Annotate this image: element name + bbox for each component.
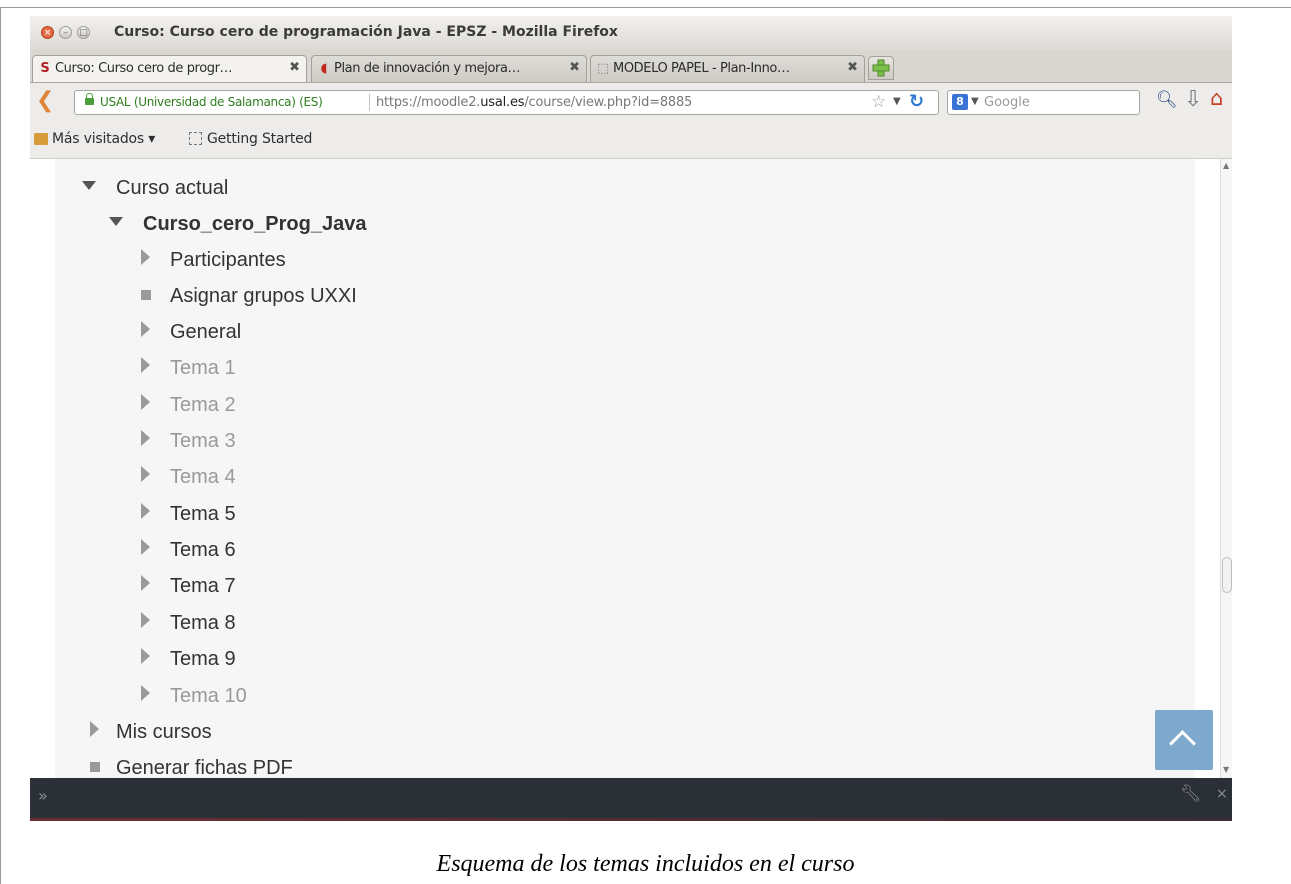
url-suffix: /course/view.php?id=8885	[524, 95, 693, 110]
plus-icon	[872, 59, 890, 77]
tab-close-icon[interactable]: ✖	[847, 60, 858, 75]
folder-icon	[34, 133, 48, 145]
triangle-right-icon[interactable]	[141, 394, 150, 410]
usal-logo-icon: S	[40, 61, 50, 76]
triangle-right-icon[interactable]	[141, 357, 150, 373]
scrollbar-thumb[interactable]	[1222, 557, 1232, 593]
tree-item-general[interactable]: General	[170, 321, 241, 344]
triangle-right-icon[interactable]	[141, 575, 150, 591]
blank-page-icon: ⬚	[596, 61, 610, 76]
tree-item-tema-6[interactable]: Tema 6	[170, 539, 236, 562]
developer-toolbar: » 🔧︎ ×	[30, 778, 1232, 818]
navigation-toolbar: ❮ USAL (Universidad de Salamanca) (ES) h…	[30, 83, 1232, 120]
url-text[interactable]: https://moodle2.usal.es/course/view.php?…	[376, 95, 692, 110]
tree-item-tema-10[interactable]: Tema 10	[170, 685, 247, 708]
back-arrow-icon[interactable]: ❮	[36, 90, 54, 112]
triangle-right-icon[interactable]	[141, 430, 150, 446]
search-magnifier-icon[interactable]: 🔍︎	[1156, 90, 1178, 110]
square-icon	[90, 762, 100, 772]
tab-label: Curso: Curso cero de progr…	[55, 61, 233, 76]
lock-icon	[85, 93, 94, 105]
vertical-scrollbar[interactable]: ▲ ▼	[1220, 159, 1232, 779]
developer-toolbar-border	[30, 818, 1232, 821]
window-maximize-icon[interactable]: □	[77, 26, 90, 39]
bookmarks-toolbar: Más visitados ▾ Getting Started	[30, 120, 1232, 159]
bookmark-mas-visitados[interactable]: Más visitados ▾	[52, 131, 155, 147]
tree-item-tema-5[interactable]: Tema 5	[170, 503, 236, 526]
tab-plan-innovacion[interactable]: ◖ Plan de innovación y mejora… ✖	[311, 55, 587, 82]
download-arrow-icon[interactable]: ⇩	[1184, 87, 1202, 112]
bookmark-star-icon[interactable]: ☆	[871, 92, 886, 112]
tab-curso[interactable]: S Curso: Curso cero de progr… ✖	[32, 55, 307, 82]
tree-item-tema-8[interactable]: Tema 8	[170, 612, 236, 635]
new-tab-button[interactable]	[868, 56, 894, 80]
triangle-right-icon[interactable]	[141, 249, 150, 265]
scroll-down-icon[interactable]: ▼	[1223, 765, 1229, 774]
triangle-right-icon[interactable]	[141, 648, 150, 664]
search-placeholder: Google	[984, 95, 1030, 110]
triangle-right-icon[interactable]	[141, 321, 150, 337]
tree-item-tema-9[interactable]: Tema 9	[170, 648, 236, 671]
triangle-down-icon[interactable]	[82, 181, 96, 190]
tree-item-curso-actual[interactable]: Curso actual	[116, 177, 228, 200]
url-bar[interactable]: USAL (Universidad de Salamanca) (ES) htt…	[74, 90, 939, 115]
site-identity[interactable]: USAL (Universidad de Salamanca) (ES)	[100, 95, 323, 109]
url-prefix: https://moodle2.	[376, 95, 481, 110]
triangle-right-icon[interactable]	[141, 503, 150, 519]
triangle-right-icon[interactable]	[141, 466, 150, 482]
tree-item-mis-cursos[interactable]: Mis cursos	[116, 721, 212, 744]
triangle-right-icon[interactable]	[90, 721, 99, 737]
scroll-up-icon[interactable]: ▲	[1223, 161, 1229, 170]
tree-item-tema-7[interactable]: Tema 7	[170, 575, 236, 598]
tree-item-course[interactable]: Curso_cero_Prog_Java	[143, 213, 366, 236]
triangle-right-icon[interactable]	[141, 539, 150, 555]
frame-left-border	[0, 7, 1, 884]
red-doc-icon: ◖	[320, 61, 328, 76]
window-titlebar: × – □ Curso: Curso cero de programación …	[30, 16, 1232, 50]
window-minimize-icon[interactable]: –	[59, 26, 72, 39]
search-engine-dropdown-icon[interactable]: ▼	[971, 96, 979, 107]
tree-item-tema-2[interactable]: Tema 2	[170, 394, 236, 417]
page-content: Curso actual Curso_cero_Prog_Java Partic…	[55, 159, 1195, 779]
wrench-icon[interactable]: 🔧︎	[1180, 784, 1202, 804]
window-title: Curso: Curso cero de programación Java -…	[114, 24, 618, 40]
frame-top-border	[0, 7, 1291, 8]
tree-item-participantes[interactable]: Participantes	[170, 249, 286, 272]
chevron-right-icon[interactable]: »	[38, 786, 48, 805]
google-icon: 8	[952, 94, 968, 110]
triangle-right-icon[interactable]	[141, 685, 150, 701]
bookmark-getting-started[interactable]: Getting Started	[207, 131, 312, 147]
figure-caption: Esquema de los temas incluidos en el cur…	[436, 851, 855, 877]
tree-item-tema-4[interactable]: Tema 4	[170, 466, 236, 489]
page-icon	[189, 132, 202, 145]
window-close-icon[interactable]: ×	[41, 26, 54, 39]
tree-item-asignar-grupos[interactable]: Asignar grupos UXXI	[170, 285, 357, 308]
tab-close-icon[interactable]: ✖	[569, 60, 580, 75]
search-bar[interactable]: 8 ▼ Google	[947, 90, 1140, 115]
tab-label: MODELO PAPEL - Plan-Inno…	[613, 61, 790, 76]
tree-item-tema-3[interactable]: Tema 3	[170, 430, 236, 453]
tab-close-icon[interactable]: ✖	[289, 60, 300, 75]
firefox-window: × – □ Curso: Curso cero de programación …	[30, 16, 1232, 822]
tree-item-tema-1[interactable]: Tema 1	[170, 357, 236, 380]
tab-modelo-papel[interactable]: ⬚ MODELO PAPEL - Plan-Inno… ✖	[590, 55, 865, 82]
triangle-down-icon[interactable]	[109, 217, 123, 226]
home-icon[interactable]: ⌂	[1210, 86, 1223, 110]
url-dropdown-icon[interactable]: ▼	[893, 96, 901, 107]
close-icon[interactable]: ×	[1216, 786, 1228, 802]
tab-bar: S Curso: Curso cero de progr… ✖ ◖ Plan d…	[30, 50, 1232, 83]
url-separator	[369, 94, 370, 111]
url-domain: usal.es	[480, 95, 525, 110]
tab-label: Plan de innovación y mejora…	[334, 61, 521, 76]
reload-icon[interactable]: ↻	[909, 91, 924, 112]
square-icon	[141, 290, 151, 300]
back-to-top-button[interactable]	[1155, 710, 1213, 770]
tree-item-generar-fichas[interactable]: Generar fichas PDF	[116, 757, 293, 779]
triangle-right-icon[interactable]	[141, 612, 150, 628]
